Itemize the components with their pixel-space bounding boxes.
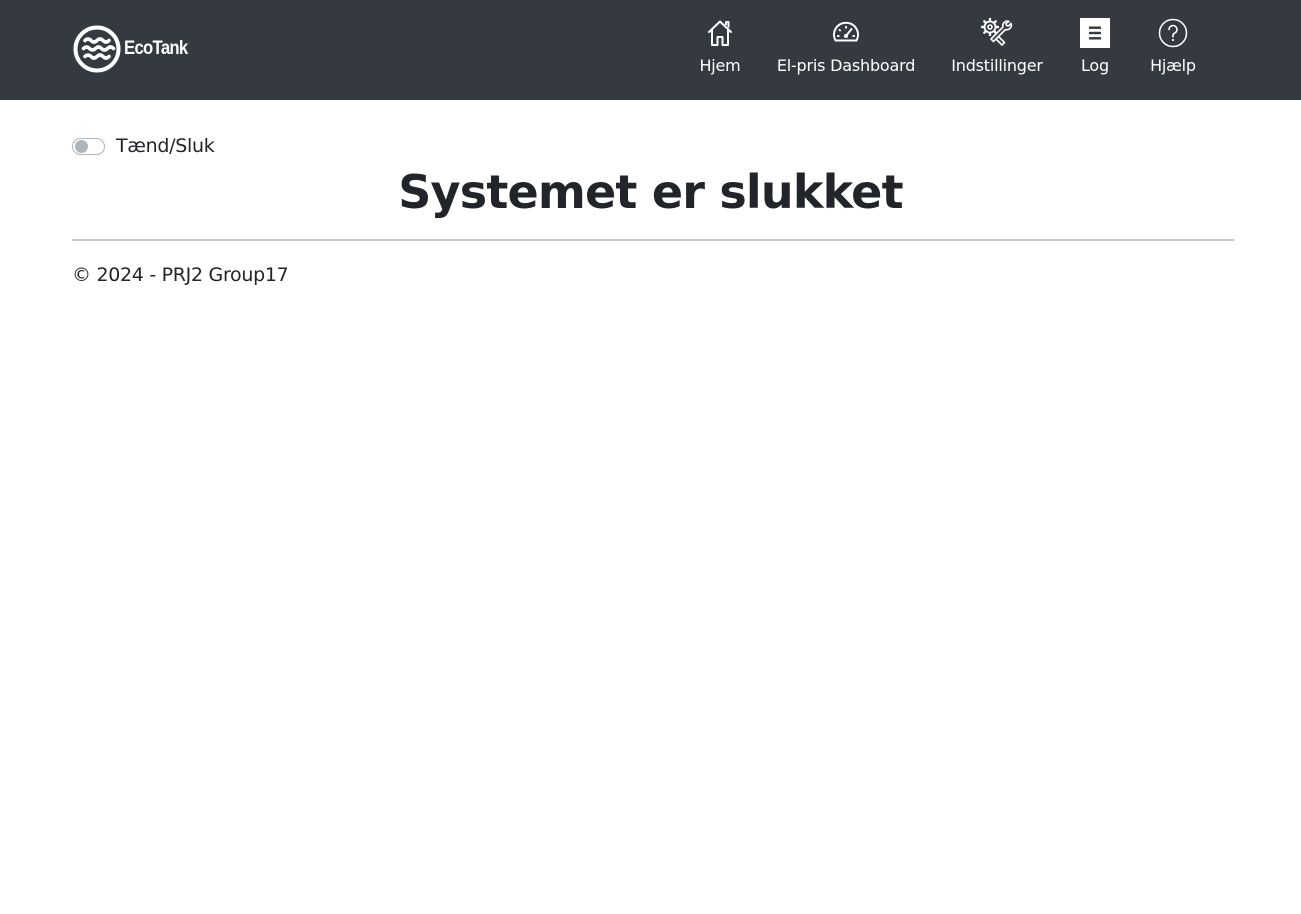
home-icon	[703, 16, 737, 50]
nav-label-el-pris-dashboard: El-pris Dashboard	[776, 56, 916, 75]
nav-label-indstillinger: Indstillinger	[951, 56, 1043, 75]
toggle-knob	[75, 139, 88, 153]
tools-icon	[980, 16, 1014, 50]
nav-item-log[interactable]: Log	[1072, 16, 1118, 86]
nav-label-hjem: Hjem	[699, 56, 741, 75]
nav-item-hjaelp[interactable]: Hjælp	[1144, 16, 1202, 86]
brand-link[interactable]: EcoTank	[73, 25, 196, 73]
footer-copyright: © 2024 - PRJ2 Group17	[72, 264, 289, 286]
nav-item-indstillinger[interactable]: Indstillinger	[948, 16, 1046, 86]
nav-item-hjem[interactable]: Hjem	[690, 16, 750, 86]
waves-circle-logo-icon	[73, 25, 121, 73]
speedometer-icon	[829, 16, 863, 50]
system-status-title: Systemet er slukket	[398, 165, 903, 219]
brand-name: EcoTank	[124, 38, 188, 59]
list-box-icon	[1078, 16, 1112, 50]
footer-divider	[72, 239, 1234, 241]
question-circle-icon	[1156, 16, 1190, 50]
nav-label-hjaelp: Hjælp	[1150, 56, 1196, 75]
power-toggle-row: Tænd/Sluk	[72, 133, 215, 159]
nav-label-log: Log	[1081, 56, 1109, 75]
power-toggle-switch[interactable]	[72, 137, 105, 155]
nav-item-el-pris-dashboard[interactable]: El-pris Dashboard	[772, 16, 920, 86]
power-toggle-label[interactable]: Tænd/Sluk	[116, 135, 215, 157]
top-navbar: EcoTank Hjem El-pris Dashboard Indstilli…	[0, 0, 1301, 100]
